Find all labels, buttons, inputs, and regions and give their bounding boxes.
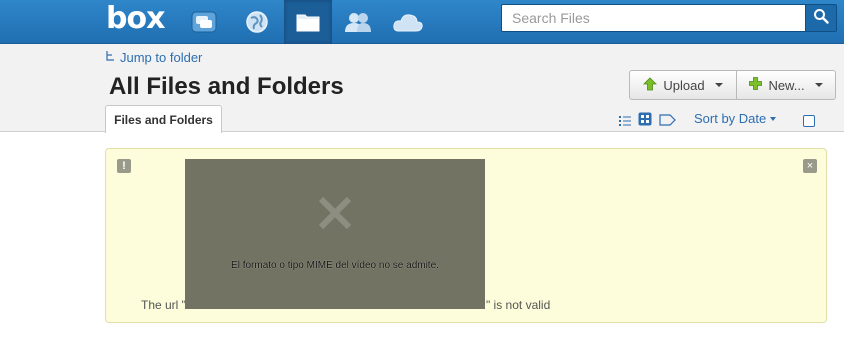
upload-arrow-icon [643, 76, 658, 94]
upload-label: Upload [663, 77, 705, 93]
warning-icon: ! [117, 159, 131, 173]
tab-files-and-folders[interactable]: Files and Folders [105, 105, 222, 133]
folder-tree-icon [106, 50, 115, 65]
alert-message-prefix: The url " [141, 298, 186, 312]
folder-icon [296, 12, 320, 32]
page-header: Jump to folder All Files and Folders Upl… [0, 44, 844, 133]
nav-sync-button[interactable] [384, 0, 432, 44]
alert-message-suffix: " is not valid [485, 298, 551, 312]
nav-web-button[interactable] [233, 0, 281, 44]
video-error-text: El formato o tipo MIME del vídeo no se a… [231, 260, 439, 271]
nav-updates-button[interactable] [180, 0, 228, 44]
sort-dropdown[interactable]: Sort by Date [694, 111, 777, 126]
plus-icon [749, 77, 763, 93]
cloud-icon [392, 12, 424, 32]
new-label: New... [768, 77, 805, 93]
search-icon [813, 8, 829, 29]
people-icon [343, 11, 373, 33]
grid-view-icon[interactable] [638, 112, 652, 131]
search-button[interactable] [806, 4, 837, 32]
top-bar: box [0, 0, 844, 44]
search-input[interactable] [501, 4, 806, 32]
chat-bubbles-icon [191, 11, 217, 33]
chevron-down-icon [814, 83, 823, 87]
chevron-down-icon [770, 116, 777, 121]
action-button-group: Upload New... [629, 70, 836, 100]
jump-to-folder-label: Jump to folder [120, 50, 203, 65]
video-player[interactable]: El formato o tipo MIME del vídeo no se a… [185, 159, 485, 309]
jump-to-folder-link[interactable]: Jump to folder [106, 50, 202, 65]
list-view-icon[interactable] [619, 113, 631, 131]
new-button[interactable]: New... [737, 71, 835, 99]
sort-label: Sort by Date [694, 111, 767, 126]
select-all-checkbox[interactable] [803, 115, 815, 127]
page-title: All Files and Folders [109, 73, 344, 100]
video-error-x-icon [317, 159, 353, 236]
globe-icon [245, 10, 269, 34]
view-switcher [619, 112, 676, 131]
tag-view-icon[interactable] [659, 113, 676, 131]
search-bar [501, 4, 837, 32]
nav-people-button[interactable] [334, 0, 382, 44]
upload-button[interactable]: Upload [630, 71, 737, 99]
nav-files-button[interactable] [284, 0, 332, 44]
box-logo[interactable]: box [106, 2, 165, 36]
chevron-down-icon [714, 83, 723, 87]
close-icon[interactable]: × [803, 159, 817, 173]
